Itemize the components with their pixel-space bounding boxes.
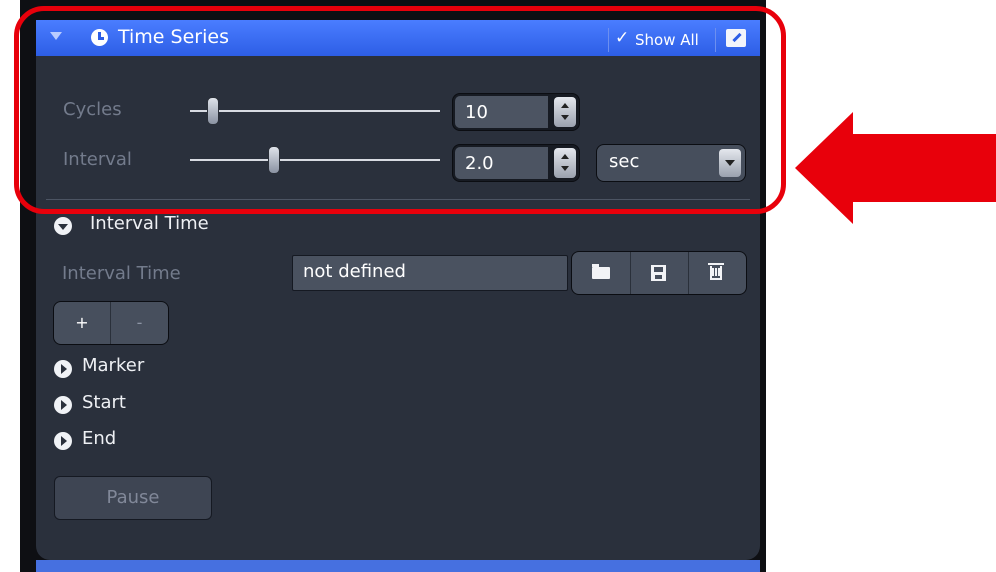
arrow-icon	[795, 112, 853, 224]
save-button[interactable]	[630, 252, 689, 294]
interval-time-field[interactable]: not defined	[292, 255, 568, 291]
end-section-header[interactable]: End	[82, 428, 116, 449]
interval-time-value: not defined	[303, 261, 406, 282]
remove-button[interactable]: -	[111, 302, 168, 344]
expand-open-icon[interactable]	[54, 217, 72, 235]
marker-section-header[interactable]: Marker	[82, 355, 144, 376]
arrow-shaft	[852, 134, 996, 202]
folder-icon	[592, 264, 610, 279]
interval-time-label: Interval Time	[62, 263, 181, 284]
trash-icon	[708, 263, 724, 280]
expand-closed-icon[interactable]	[54, 360, 72, 378]
save-icon	[651, 265, 666, 281]
expand-closed-icon[interactable]	[54, 432, 72, 450]
next-panel-header	[36, 560, 760, 572]
delete-button[interactable]	[688, 252, 746, 294]
add-button[interactable]: +	[54, 302, 111, 344]
highlight-box	[14, 6, 786, 214]
interval-time-actions	[571, 251, 747, 295]
pause-button[interactable]: Pause	[54, 476, 212, 520]
add-remove-group: + -	[53, 301, 169, 345]
start-section-header[interactable]: Start	[82, 392, 126, 413]
interval-time-section-header[interactable]: Interval Time	[90, 213, 209, 234]
expand-closed-icon[interactable]	[54, 396, 72, 414]
open-button[interactable]	[572, 252, 631, 294]
